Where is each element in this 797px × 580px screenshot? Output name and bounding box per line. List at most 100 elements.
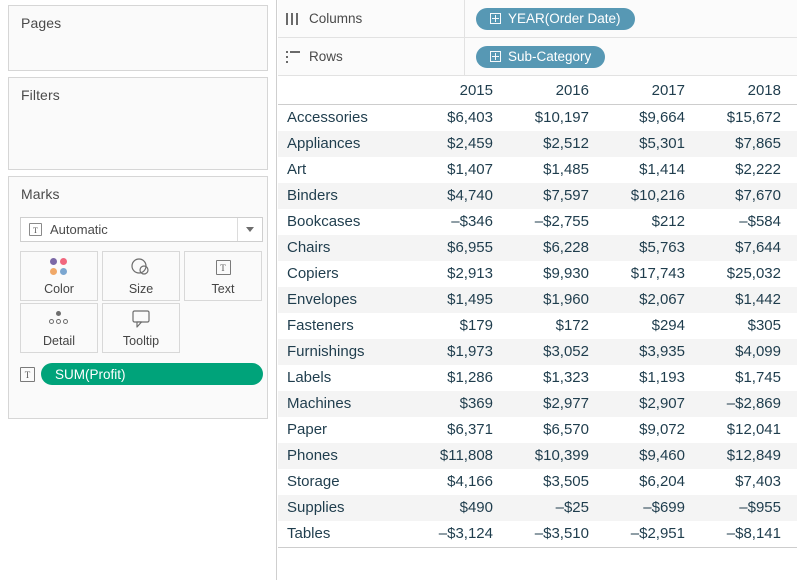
rows-shelf-content[interactable]: Sub-Category (465, 45, 797, 68)
crosstab-row-header[interactable]: Labels (278, 365, 413, 391)
crosstab-cell[interactable]: –$346 (413, 209, 509, 235)
crosstab-row-header[interactable]: Phones (278, 443, 413, 469)
marks-color-button[interactable]: Color (20, 251, 98, 301)
crosstab-cell[interactable]: –$699 (605, 495, 701, 521)
crosstab-cell[interactable]: $7,597 (509, 183, 605, 209)
crosstab-row-header[interactable]: Envelopes (278, 287, 413, 313)
crosstab-cell[interactable]: $2,222 (701, 157, 797, 183)
crosstab-cell[interactable]: $4,740 (413, 183, 509, 209)
crosstab-cell[interactable]: $1,414 (605, 157, 701, 183)
crosstab-cell[interactable]: $6,204 (605, 469, 701, 495)
crosstab-cell[interactable]: $9,930 (509, 261, 605, 287)
crosstab-cell[interactable]: $6,955 (413, 235, 509, 261)
crosstab-row-header[interactable]: Tables (278, 521, 413, 548)
pages-card[interactable]: Pages (8, 5, 268, 71)
crosstab-cell[interactable]: $9,664 (605, 105, 701, 132)
crosstab-row-header[interactable]: Art (278, 157, 413, 183)
table-row[interactable]: Machines $369 $2,977 $2,907 –$2,869 (278, 391, 797, 417)
mark-type-dropdown[interactable]: T Automatic (20, 217, 263, 242)
crosstab-row-header[interactable]: Storage (278, 469, 413, 495)
table-row[interactable]: Appliances $2,459 $2,512 $5,301 $7,865 (278, 131, 797, 157)
crosstab-row-header[interactable]: Supplies (278, 495, 413, 521)
crosstab-cell[interactable]: $212 (605, 209, 701, 235)
crosstab-cell[interactable]: $1,442 (701, 287, 797, 313)
crosstab-cell[interactable]: $7,403 (701, 469, 797, 495)
crosstab-row-header[interactable]: Appliances (278, 131, 413, 157)
crosstab-cell[interactable]: $9,460 (605, 443, 701, 469)
crosstab-cell[interactable]: $2,913 (413, 261, 509, 287)
crosstab-row-header[interactable]: Furnishings (278, 339, 413, 365)
table-row[interactable]: Supplies $490 –$25 –$699 –$955 (278, 495, 797, 521)
crosstab-cell[interactable]: $305 (701, 313, 797, 339)
crosstab-cell[interactable]: $10,216 (605, 183, 701, 209)
crosstab-cell[interactable]: $3,052 (509, 339, 605, 365)
table-row[interactable]: Paper $6,371 $6,570 $9,072 $12,041 (278, 417, 797, 443)
crosstab-row-header[interactable]: Chairs (278, 235, 413, 261)
crosstab-col-header[interactable]: 2016 (509, 78, 605, 105)
crosstab-cell[interactable]: $5,763 (605, 235, 701, 261)
crosstab-row-header[interactable]: Machines (278, 391, 413, 417)
crosstab-cell[interactable]: $7,670 (701, 183, 797, 209)
table-row[interactable]: Phones $11,808 $10,399 $9,460 $12,849 (278, 443, 797, 469)
table-row[interactable]: Labels $1,286 $1,323 $1,193 $1,745 (278, 365, 797, 391)
table-row[interactable]: Envelopes $1,495 $1,960 $2,067 $1,442 (278, 287, 797, 313)
crosstab-cell[interactable]: $294 (605, 313, 701, 339)
table-row[interactable]: Furnishings $1,973 $3,052 $3,935 $4,099 (278, 339, 797, 365)
crosstab-cell[interactable]: $6,403 (413, 105, 509, 132)
table-row[interactable]: Chairs $6,955 $6,228 $5,763 $7,644 (278, 235, 797, 261)
marks-size-button[interactable]: Size (102, 251, 180, 301)
rows-shelf[interactable]: Rows Sub-Category (278, 38, 797, 76)
crosstab-cell[interactable]: $4,099 (701, 339, 797, 365)
crosstab-cell[interactable]: $2,512 (509, 131, 605, 157)
plus-box-icon[interactable] (490, 51, 501, 62)
table-row[interactable]: Bookcases –$346 –$2,755 $212 –$584 (278, 209, 797, 235)
crosstab-cell[interactable]: $5,301 (605, 131, 701, 157)
crosstab-cell[interactable]: –$2,951 (605, 521, 701, 548)
crosstab-cell[interactable]: $11,808 (413, 443, 509, 469)
crosstab-cell[interactable]: $4,166 (413, 469, 509, 495)
plus-box-icon[interactable] (490, 13, 501, 24)
crosstab-col-header[interactable]: 2018 (701, 78, 797, 105)
crosstab-cell[interactable]: $490 (413, 495, 509, 521)
table-row[interactable]: Tables –$3,124 –$3,510 –$2,951 –$8,141 (278, 521, 797, 548)
crosstab-cell[interactable]: $15,672 (701, 105, 797, 132)
table-row[interactable]: Fasteners $179 $172 $294 $305 (278, 313, 797, 339)
crosstab-cell[interactable]: $6,228 (509, 235, 605, 261)
crosstab-cell[interactable]: $9,072 (605, 417, 701, 443)
crosstab-row-header[interactable]: Bookcases (278, 209, 413, 235)
crosstab-row-header[interactable]: Accessories (278, 105, 413, 132)
crosstab-cell[interactable]: $10,399 (509, 443, 605, 469)
marks-tooltip-button[interactable]: Tooltip (102, 303, 180, 353)
crosstab-row-header[interactable]: Fasteners (278, 313, 413, 339)
crosstab-row-header[interactable]: Binders (278, 183, 413, 209)
crosstab-cell[interactable]: –$3,124 (413, 521, 509, 548)
columns-shelf[interactable]: Columns YEAR(Order Date) (278, 0, 797, 38)
table-row[interactable]: Accessories $6,403 $10,197 $9,664 $15,672 (278, 105, 797, 132)
crosstab-cell[interactable]: $3,505 (509, 469, 605, 495)
crosstab-col-header[interactable]: 2017 (605, 78, 701, 105)
crosstab-cell[interactable]: $369 (413, 391, 509, 417)
crosstab-row-header[interactable]: Paper (278, 417, 413, 443)
crosstab-cell[interactable]: $10,197 (509, 105, 605, 132)
crosstab-cell[interactable]: $1,960 (509, 287, 605, 313)
chevron-down-icon[interactable] (237, 218, 262, 241)
crosstab-cell[interactable]: $1,973 (413, 339, 509, 365)
filters-card[interactable]: Filters (8, 77, 268, 170)
crosstab-cell[interactable]: –$2,755 (509, 209, 605, 235)
crosstab-cell[interactable]: $1,286 (413, 365, 509, 391)
crosstab-cell[interactable]: $6,371 (413, 417, 509, 443)
columns-shelf-content[interactable]: YEAR(Order Date) (465, 7, 797, 30)
crosstab-cell[interactable]: $179 (413, 313, 509, 339)
table-row[interactable]: Storage $4,166 $3,505 $6,204 $7,403 (278, 469, 797, 495)
pill-year-order-date[interactable]: YEAR(Order Date) (476, 7, 635, 30)
crosstab-cell[interactable]: $7,644 (701, 235, 797, 261)
table-row[interactable]: Art $1,407 $1,485 $1,414 $2,222 (278, 157, 797, 183)
crosstab-cell[interactable]: $17,743 (605, 261, 701, 287)
crosstab-cell[interactable]: $2,977 (509, 391, 605, 417)
crosstab-cell[interactable]: $6,570 (509, 417, 605, 443)
crosstab-cell[interactable]: $1,485 (509, 157, 605, 183)
crosstab-cell[interactable]: $1,193 (605, 365, 701, 391)
crosstab-cell[interactable]: –$2,869 (701, 391, 797, 417)
crosstab-cell[interactable]: $3,935 (605, 339, 701, 365)
crosstab-cell[interactable]: $7,865 (701, 131, 797, 157)
